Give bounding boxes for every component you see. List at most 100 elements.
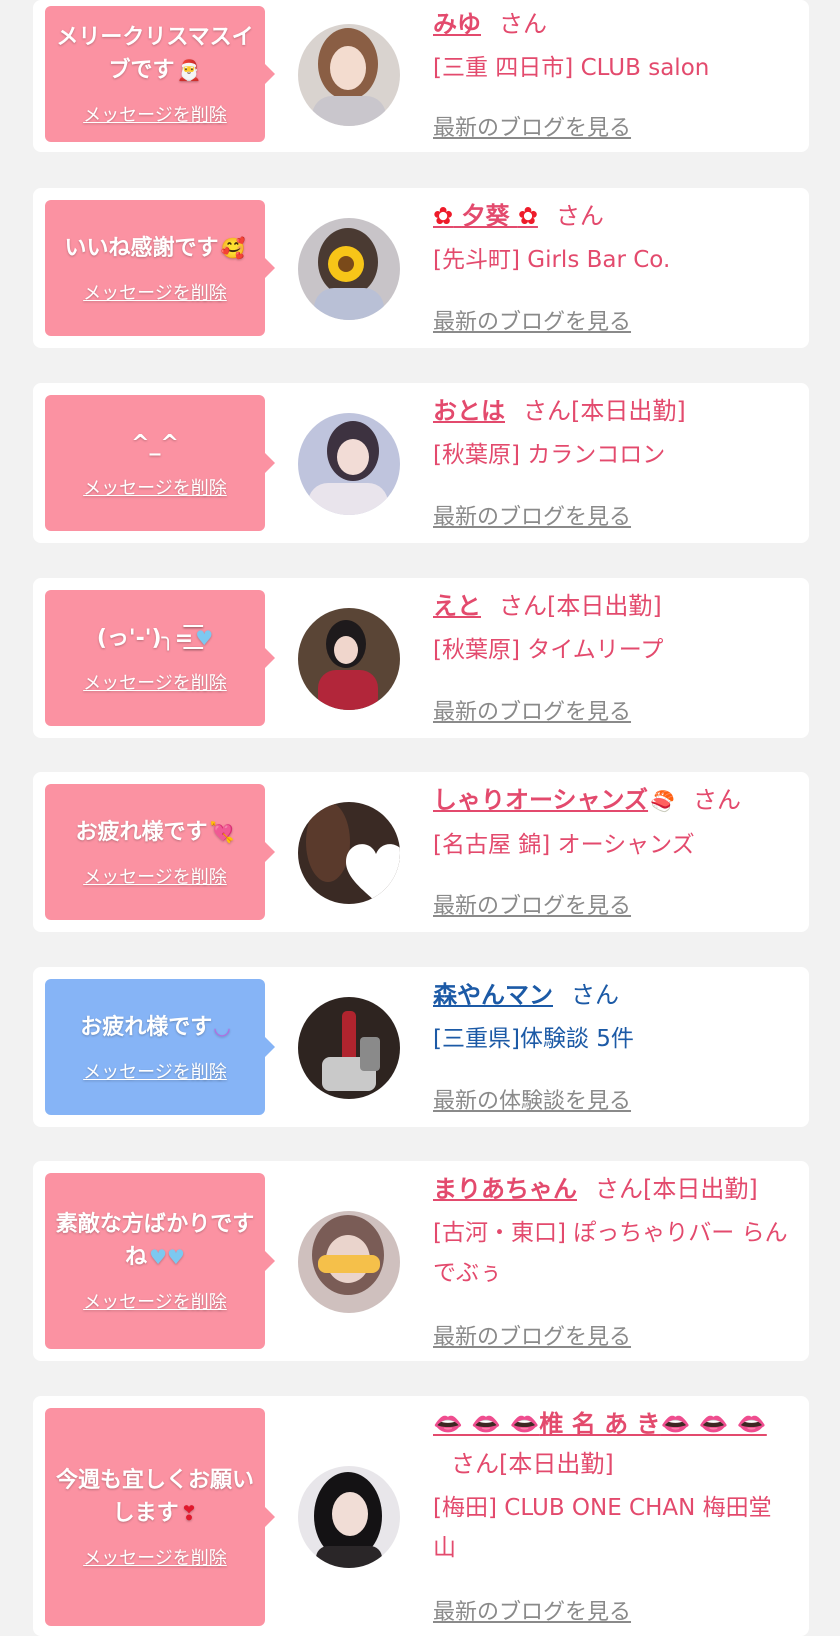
message-text: お疲れ様です ◡ (80, 1011, 229, 1044)
avatar[interactable] (298, 218, 400, 320)
cast-info: えと さん[本日出勤] [秋葉原] タイムリープ 最新のブログを見る (433, 586, 793, 725)
name-line: 👄 👄 👄椎 名 あ き👄 👄 👄 さん[本日出勤] (433, 1404, 793, 1484)
delete-message-link[interactable]: メッセージを削除 (83, 669, 227, 695)
message-bubble: いいね感謝です 🥰 メッセージを削除 (45, 200, 275, 336)
latest-blog-link[interactable]: 最新のブログを見る (433, 110, 631, 142)
name-suffix: さん[本日出勤] (451, 1450, 614, 1478)
shop-info: [先斗町] Girls Bar Co. (433, 247, 671, 273)
avatar[interactable] (298, 997, 400, 1099)
message-card: (っ'-')╮=͟͟͞͞ ♥ メッセージを削除 えと さん[本日出勤] [秋葉原] … (33, 578, 809, 738)
heart-icon: ❣ (180, 1501, 198, 1525)
name-suffix: さん[本日出勤] (499, 592, 662, 620)
cast-info: おとは さん[本日出勤] [秋葉原] カランコロン 最新のブログを見る (433, 391, 793, 530)
avatar[interactable] (298, 1211, 400, 1313)
name-line: えと さん[本日出勤] (433, 586, 793, 626)
name-suffix: さん (571, 981, 619, 1009)
cast-name-link[interactable]: えと (433, 592, 481, 620)
latest-blog-link[interactable]: 最新のブログを見る (433, 499, 631, 531)
latest-review-link[interactable]: 最新の体験談を見る (433, 1083, 631, 1115)
cast-info: 👄 👄 👄椎 名 あ き👄 👄 👄 さん[本日出勤] [梅田] CLUB ONE … (433, 1404, 793, 1625)
latest-blog-link[interactable]: 最新のブログを見る (433, 304, 631, 336)
message-bubble: 今週も宜しくお願いします ❣ メッセージを削除 (45, 1408, 275, 1626)
delete-message-link[interactable]: メッセージを削除 (83, 1288, 227, 1314)
cast-info: まりあちゃん さん[本日出勤] [古河・東口] ぽっちゃりバー らんでぶぅ 最新の… (433, 1169, 793, 1350)
shop-info: [三重 四日市] CLUB salon (433, 55, 710, 81)
message-bubble: ^_^ メッセージを削除 (45, 395, 275, 531)
latest-blog-link[interactable]: 最新のブログを見る (433, 1594, 631, 1626)
review-info: [三重県]体験談 5件 (433, 1026, 634, 1052)
name-suffix: さん[本日出勤] (523, 397, 686, 425)
avatar[interactable] (298, 608, 400, 710)
message-text: メリークリスマスイブです 🎅 (55, 21, 255, 87)
message-bubble: (っ'-')╮=͟͟͞͞ ♥ メッセージを削除 (45, 590, 275, 726)
latest-blog-link[interactable]: 最新のブログを見る (433, 888, 631, 920)
name-suffix: さん[本日出勤] (595, 1175, 758, 1203)
cast-name-link[interactable]: みゆ (433, 10, 481, 38)
message-card: ^_^ メッセージを削除 おとは さん[本日出勤] [秋葉原] カランコロン 最新… (33, 383, 809, 543)
lips-icon: 👄 👄 👄 (433, 1410, 540, 1438)
name-line: しゃりオーシャンズ 🍣 さん (433, 780, 793, 821)
name-line: ✿ 夕葵 ✿ さん (433, 196, 793, 236)
message-bubble: 素敵な方ばかりですね ♥♥ メッセージを削除 (45, 1173, 275, 1349)
delete-message-link[interactable]: メッセージを削除 (83, 1058, 227, 1084)
heart-with-arrow-icon: 💘 (209, 819, 235, 844)
cast-info: みゆ さん [三重 四日市] CLUB salon 最新のブログを見る (433, 4, 793, 141)
name-suffix: さん (499, 10, 547, 38)
cast-name-link[interactable]: 👄 👄 👄椎 名 あ き👄 👄 👄 (433, 1410, 767, 1438)
shop-info: [古河・東口] ぽっちゃりバー らんでぶぅ (433, 1220, 788, 1286)
blue-heart-icon: ♥ (195, 625, 214, 650)
latest-blog-link[interactable]: 最新のブログを見る (433, 694, 631, 726)
cast-info: ✿ 夕葵 ✿ さん [先斗町] Girls Bar Co. 最新のブログを見る (433, 196, 793, 335)
delete-message-link[interactable]: メッセージを削除 (83, 279, 227, 305)
message-bubble: メリークリスマスイブです 🎅 メッセージを削除 (45, 6, 275, 142)
name-suffix: さん (692, 786, 741, 814)
avatar[interactable] (298, 802, 400, 904)
message-card: 素敵な方ばかりですね ♥♥ メッセージを削除 まりあちゃん さん[本日出勤] [古河… (33, 1161, 809, 1361)
delete-message-link[interactable]: メッセージを削除 (83, 1544, 227, 1570)
smiling-face-with-hearts-icon: 🥰 (220, 235, 246, 260)
message-text: お疲れ様です 💘 (76, 816, 235, 849)
cast-name-link[interactable]: ✿ 夕葵 ✿ (433, 202, 538, 230)
blue-heart-icon: ♥♥ (149, 1245, 185, 1269)
latest-blog-link[interactable]: 最新のブログを見る (433, 1319, 631, 1351)
message-card: 今週も宜しくお願いします ❣ メッセージを削除 👄 👄 👄椎 名 あ き👄 👄 👄… (33, 1396, 809, 1636)
message-card: いいね感謝です 🥰 メッセージを削除 ✿ 夕葵 ✿ さん [先斗町] Girls B… (33, 188, 809, 348)
cast-name-link[interactable]: おとは (433, 397, 505, 425)
message-text: 今週も宜しくお願いします ❣ (55, 1464, 255, 1530)
message-bubble: お疲れ様です 💘 メッセージを削除 (45, 784, 275, 920)
name-line: 森やんマン さん (433, 975, 793, 1015)
cast-info: しゃりオーシャンズ 🍣 さん [名古屋 錦] オーシャンズ 最新のブログを見る (433, 780, 793, 919)
reviewer-name-link[interactable]: 森やんマン (433, 981, 553, 1009)
delete-message-link[interactable]: メッセージを削除 (83, 474, 227, 500)
lips-icon: 👄 👄 👄 (660, 1410, 767, 1438)
shop-info: [名古屋 錦] オーシャンズ (433, 832, 695, 858)
name-line: おとは さん[本日出勤] (433, 391, 793, 431)
message-card: お疲れ様です ◡ メッセージを削除 森やんマン さん [三重県]体験談 5件 最新の… (33, 967, 809, 1127)
cast-name-link[interactable]: しゃりオーシャンズ (433, 786, 648, 814)
shop-info: [梅田] CLUB ONE CHAN 梅田堂山 (433, 1495, 772, 1561)
shop-info: [秋葉原] カランコロン (433, 442, 666, 468)
cast-name-link[interactable]: まりあちゃん (433, 1175, 577, 1203)
avatar[interactable] (298, 1466, 400, 1568)
message-text: いいね感謝です 🥰 (65, 232, 246, 265)
sushi-icon: 🍣 (650, 789, 675, 813)
name-suffix: さん (555, 202, 604, 230)
name-line: まりあちゃん さん[本日出勤] (433, 1169, 793, 1209)
avatar[interactable] (298, 413, 400, 515)
shop-info: [秋葉原] タイムリープ (433, 637, 664, 663)
flower-icon: ✿ (517, 202, 538, 230)
name-line: みゆ さん (433, 4, 793, 44)
smiling-face-icon: ◡ (214, 1014, 230, 1039)
avatar[interactable] (298, 24, 400, 126)
message-card: お疲れ様です 💘 メッセージを削除 しゃりオーシャンズ 🍣 さん [名古屋 錦] オー… (33, 772, 809, 932)
delete-message-link[interactable]: メッセージを削除 (83, 101, 227, 127)
message-text: ^_^ (131, 430, 179, 456)
message-card: メリークリスマスイブです 🎅 メッセージを削除 みゆ さん [三重 四日市] CLU… (33, 0, 809, 152)
santa-icon: 🎅 (176, 58, 202, 82)
delete-message-link[interactable]: メッセージを削除 (83, 863, 227, 889)
cast-info: 森やんマン さん [三重県]体験談 5件 最新の体験談を見る (433, 975, 793, 1114)
flower-icon: ✿ (433, 202, 454, 230)
message-bubble: お疲れ様です ◡ メッセージを削除 (45, 979, 275, 1115)
message-text: (っ'-')╮=͟͟͞͞ ♥ (97, 622, 213, 655)
message-text: 素敵な方ばかりですね ♥♥ (55, 1208, 255, 1274)
